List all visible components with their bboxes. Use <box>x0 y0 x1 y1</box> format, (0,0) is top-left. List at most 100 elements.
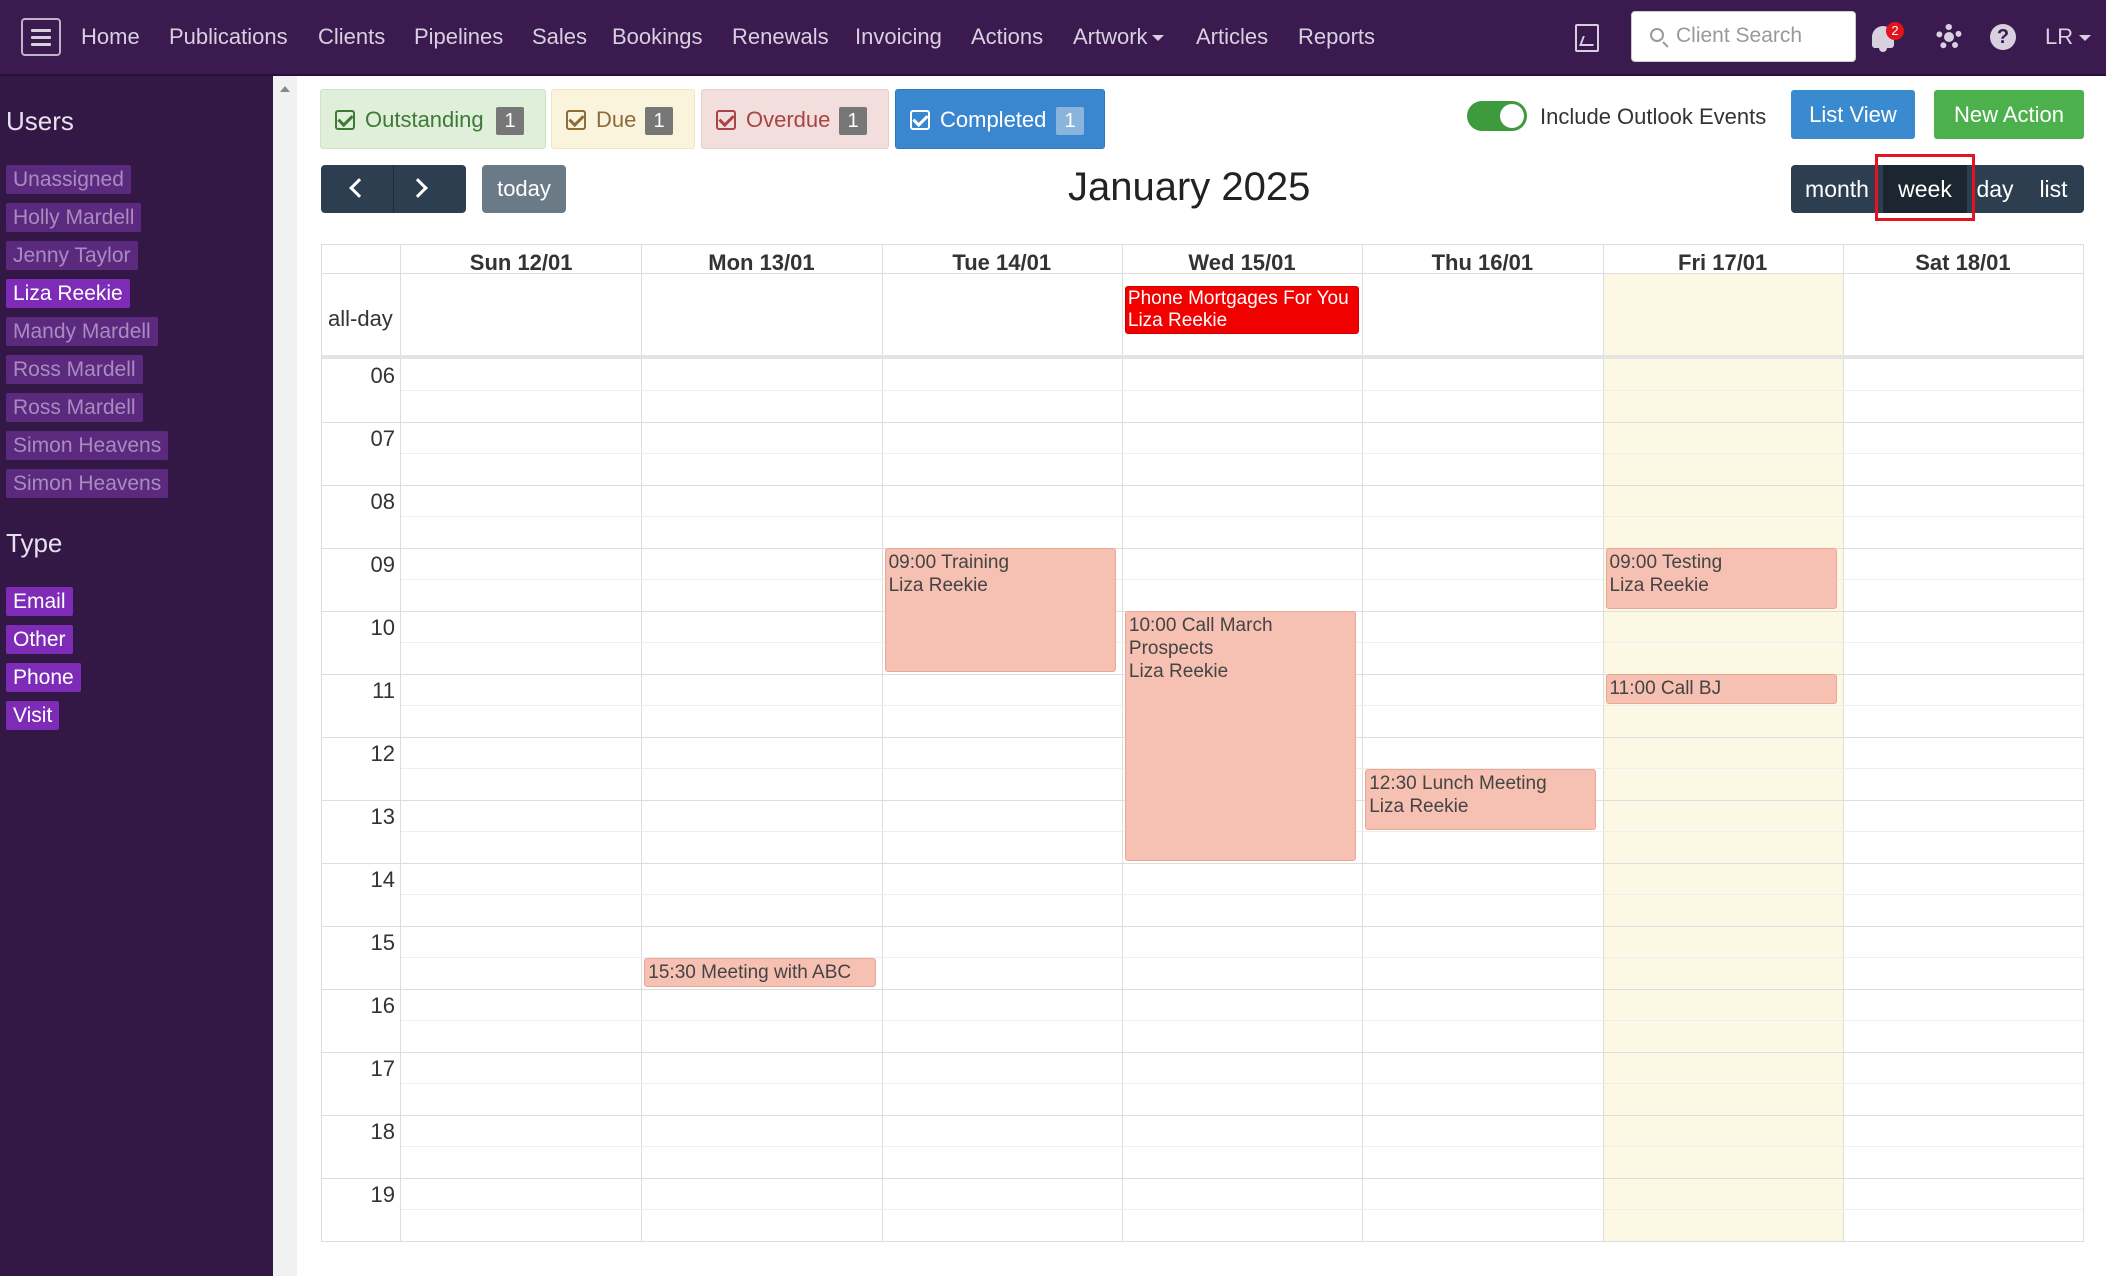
checkbox-checked-icon <box>910 110 930 130</box>
filter-overdue-count: 1 <box>839 107 867 135</box>
nav-pipelines[interactable]: Pipelines <box>414 24 503 50</box>
caret-down-icon <box>1151 35 1164 42</box>
checkbox-checked-icon <box>716 110 736 130</box>
users-heading: Users <box>6 106 74 136</box>
half-hour-line <box>401 1146 2083 1147</box>
calendar-event[interactable]: 12:30 Lunch Meeting Liza Reekie <box>1365 768 1597 830</box>
event-title: Phone Mortgages For You <box>1127 288 1349 309</box>
half-hour-line <box>401 1083 2083 1084</box>
hour-label: 19 <box>370 1182 395 1207</box>
hour-line <box>322 1115 2083 1116</box>
hour-label: 12 <box>370 741 395 766</box>
day-divider <box>1121 245 1123 1241</box>
user-filter-ross-mardell[interactable]: Ross Mardell <box>6 355 143 384</box>
nav-bookings[interactable]: Bookings <box>612 24 703 50</box>
event-user: Liza Reekie <box>1127 310 1228 331</box>
chevron-right-icon[interactable] <box>408 178 428 198</box>
user-filter-liza-reekie[interactable]: Liza Reekie <box>6 279 130 308</box>
nav-invoicing[interactable]: Invoicing <box>855 24 942 50</box>
gear-icon[interactable] <box>1936 24 1962 50</box>
day-header: Mon 13/01 <box>708 250 815 275</box>
outlook-events-toggle[interactable] <box>1467 101 1527 131</box>
hour-label: 11 <box>372 678 395 703</box>
event-title: Call BJ <box>1660 678 1722 699</box>
calendar-event[interactable]: 09:00 Training Liza Reekie <box>884 548 1116 672</box>
calendar-event[interactable]: 11:00 Call BJ <box>1605 674 1837 704</box>
filter-outstanding-label: Outstanding <box>365 107 484 132</box>
view-list-button[interactable]: list <box>2023 165 2084 213</box>
user-filter-simon-heavens[interactable]: Simon Heavens <box>6 431 169 460</box>
hour-label: 14 <box>370 867 395 892</box>
type-filter-email[interactable]: Email <box>6 587 73 616</box>
help-icon[interactable]: ? <box>1990 24 2016 50</box>
checkbox-checked-icon <box>566 110 586 130</box>
day-header: Tue 14/01 <box>952 250 1052 275</box>
document-image-icon[interactable] <box>1575 24 1599 52</box>
nav-sales[interactable]: Sales <box>532 24 587 50</box>
hour-label: 08 <box>370 489 395 514</box>
hour-line <box>322 1052 2083 1053</box>
filter-outstanding[interactable]: Outstanding 1 <box>320 89 546 149</box>
type-filter-phone[interactable]: Phone <box>6 663 81 692</box>
user-menu[interactable]: LR <box>2045 24 2092 50</box>
nav-home[interactable]: Home <box>81 24 140 50</box>
nav-articles[interactable]: Articles <box>1196 24 1268 50</box>
view-week-button[interactable]: week <box>1883 165 1967 213</box>
scroll-up-icon[interactable] <box>280 86 290 92</box>
calendar-event[interactable]: 10:00 Call March Prospects Liza Reekie <box>1124 611 1357 861</box>
user-filter-simon-heavens-2[interactable]: Simon Heavens <box>6 469 169 498</box>
calendar-event[interactable]: 09:00 Testing Liza Reekie <box>1605 548 1837 609</box>
user-filter-unassigned[interactable]: Unassigned <box>6 165 131 194</box>
nav-clients[interactable]: Clients <box>318 24 385 50</box>
event-time: 09:00 <box>888 552 937 573</box>
list-view-button[interactable]: List View <box>1791 90 1915 139</box>
hour-label: 06 <box>370 363 395 388</box>
type-filter-visit[interactable]: Visit <box>6 701 60 730</box>
filter-completed[interactable]: Completed 1 <box>895 89 1105 149</box>
user-filter-mandy-mardell[interactable]: Mandy Mardell <box>6 317 158 346</box>
user-filter-ross-mardell-2[interactable]: Ross Mardell <box>6 393 143 422</box>
chevron-left-icon[interactable] <box>349 178 369 198</box>
user-filter-jenny-taylor[interactable]: Jenny Taylor <box>6 241 138 270</box>
client-search <box>1631 11 1856 62</box>
filter-overdue[interactable]: Overdue 1 <box>701 89 889 149</box>
client-search-input[interactable] <box>1676 21 1846 51</box>
allday-separator <box>322 355 2083 359</box>
week-calendar: all-day Sun 12/01 Mon 13/01 Tue 14/01 Wed 1… <box>321 244 2084 1242</box>
day-divider <box>1842 245 1844 1241</box>
hamburger-icon[interactable] <box>21 18 61 56</box>
notification-badge: 2 <box>1886 22 1904 40</box>
nav-renewals[interactable]: Renewals <box>732 24 829 50</box>
nav-artwork[interactable]: Artwork <box>1073 24 1164 50</box>
outlook-events-label: Include Outlook Events <box>1540 104 1767 129</box>
view-day-button[interactable]: day <box>1967 165 2023 213</box>
day-divider <box>1362 245 1364 1241</box>
today-button[interactable]: today <box>482 165 566 213</box>
nav-publications[interactable]: Publications <box>169 24 288 50</box>
user-initials: LR <box>2045 24 2074 49</box>
filter-overdue-label: Overdue <box>746 107 831 132</box>
new-action-button[interactable]: New Action <box>1934 90 2084 139</box>
hour-label: 13 <box>370 804 395 829</box>
type-filter-other[interactable]: Other <box>6 625 73 654</box>
filter-due[interactable]: Due 1 <box>551 89 695 149</box>
event-time: 11:00 <box>1609 678 1656 699</box>
sidebar-scrollbar[interactable] <box>273 76 297 1276</box>
hour-line <box>322 863 2083 864</box>
nav-actions[interactable]: Actions <box>971 24 1043 50</box>
nav-reports[interactable]: Reports <box>1298 24 1375 50</box>
calendar-event[interactable]: 15:30 Meeting with ABC <box>644 957 876 987</box>
hour-label: 18 <box>370 1119 395 1144</box>
event-time-title: 10:00 Call March Prospects <box>1129 614 1352 660</box>
event-time-title: 09:00 Testing <box>1610 551 1833 574</box>
event-title: Testing <box>1661 552 1723 573</box>
view-month-button[interactable]: month <box>1791 165 1883 213</box>
hour-label: 15 <box>370 930 395 955</box>
user-filter-holly-mardell[interactable]: Holly Mardell <box>6 203 142 232</box>
allday-event[interactable]: Phone Mortgages For You Liza Reekie <box>1124 286 1360 334</box>
hour-line <box>322 926 2083 927</box>
search-icon <box>1650 28 1664 42</box>
filter-completed-count: 1 <box>1056 107 1084 135</box>
nav-artwork-label: Artwork <box>1073 24 1148 49</box>
nav-separator <box>393 165 394 213</box>
